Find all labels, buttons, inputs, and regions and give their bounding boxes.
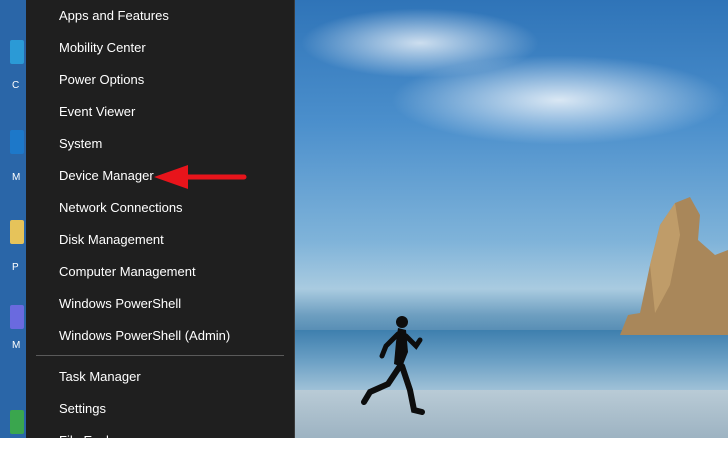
desktop-icon[interactable]: [10, 220, 24, 244]
menu-item-event-viewer[interactable]: Event Viewer: [26, 96, 294, 128]
menu-item-computer-management[interactable]: Computer Management: [26, 256, 294, 288]
red-arrow-annotation: [154, 165, 247, 189]
desktop-icon[interactable]: [10, 410, 24, 434]
desktop-icon[interactable]: [10, 40, 24, 64]
sea-rock: [620, 197, 728, 335]
menu-item-apps-and-features[interactable]: Apps and Features: [26, 0, 294, 32]
runner-silhouette: [361, 316, 425, 415]
desktop-icon-label: M: [12, 340, 21, 351]
desktop-icons-strip: C M P M: [0, 0, 26, 438]
menu-item-task-manager[interactable]: Task Manager: [26, 361, 294, 393]
menu-item-windows-powershell-admin[interactable]: Windows PowerShell (Admin): [26, 320, 294, 352]
menu-item-windows-powershell[interactable]: Windows PowerShell: [26, 288, 294, 320]
desktop-icon-label: M: [12, 172, 21, 183]
cloud: [390, 55, 728, 145]
menu-item-file-explorer[interactable]: File Explorer: [26, 425, 294, 457]
menu-separator: [36, 355, 284, 356]
menu-item-power-options[interactable]: Power Options: [26, 64, 294, 96]
power-user-menu: Apps and Features Mobility Center Power …: [26, 0, 295, 448]
menu-item-network-connections[interactable]: Network Connections: [26, 192, 294, 224]
desktop-icon[interactable]: [10, 305, 24, 329]
desktop-icon-label: P: [12, 262, 19, 273]
desktop-icon-label: C: [12, 80, 20, 91]
menu-item-mobility-center[interactable]: Mobility Center: [26, 32, 294, 64]
menu-item-system[interactable]: System: [26, 128, 294, 160]
desktop-icon[interactable]: [10, 130, 24, 154]
menu-item-settings[interactable]: Settings: [26, 393, 294, 425]
menu-item-disk-management[interactable]: Disk Management: [26, 224, 294, 256]
